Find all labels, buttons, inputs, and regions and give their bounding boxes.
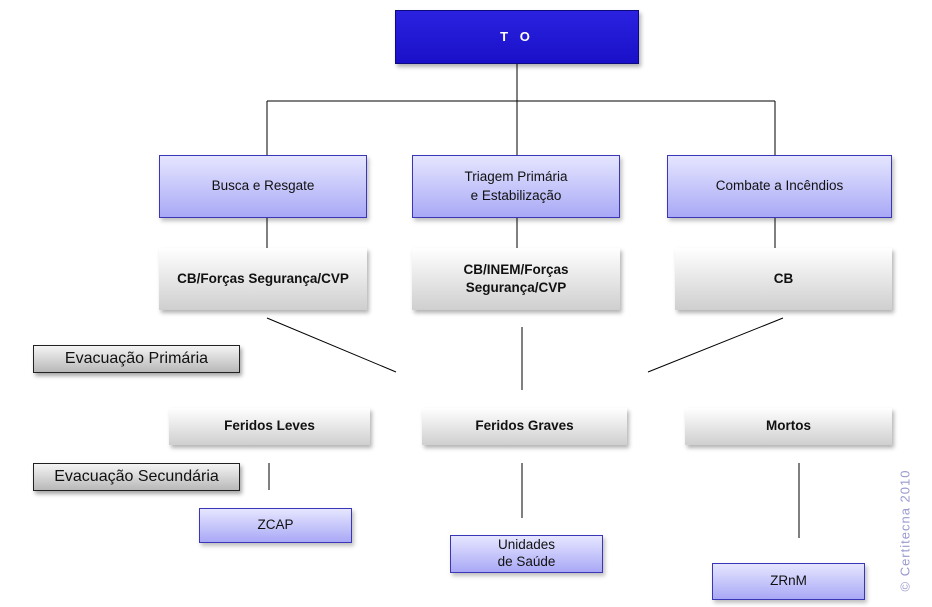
category-feridos-leves: Feridos Leves — [169, 408, 370, 445]
agency-label: CB/Forças Segurança/CVP — [177, 270, 349, 286]
agency-triagem: CB/INEM/Forças Segurança/CVP — [412, 248, 620, 310]
agency-label: CB — [773, 270, 794, 286]
stage-secondary-evacuation: Evacuação Secundária — [33, 463, 240, 491]
copyright-notice: © Certitecna 2010 — [897, 469, 913, 592]
function-label: Triagem Primária — [464, 169, 568, 185]
function-label: e Estabilização — [470, 187, 562, 203]
function-triagem: Triagem Primária e Estabilização — [412, 155, 620, 218]
category-label: Mortos — [766, 418, 811, 434]
function-label: Busca e Resgate — [211, 178, 315, 194]
destination-label: ZCAP — [257, 517, 294, 533]
category-mortos: Mortos — [685, 408, 892, 445]
category-label: Feridos Leves — [224, 418, 315, 434]
category-label: Feridos Graves — [475, 418, 574, 434]
stage-label: Evacuação Secundária — [54, 468, 219, 486]
root-label: T O — [500, 29, 534, 45]
destination-unidades-saude: Unidades de Saúde — [450, 535, 603, 573]
connector-diag-right — [647, 317, 784, 373]
category-feridos-graves: Feridos Graves — [422, 408, 627, 445]
function-busca-resgate: Busca e Resgate — [159, 155, 367, 218]
agency-combate: CB — [675, 248, 892, 310]
destination-label: de Saúde — [497, 554, 556, 569]
stage-label: Evacuação Primária — [64, 350, 209, 368]
destination-label: Unidades — [497, 537, 556, 553]
connector-diag-left — [266, 317, 397, 373]
destination-zcap: ZCAP — [199, 508, 352, 543]
destination-label: ZRnM — [770, 573, 807, 589]
destination-zrnm: ZRnM — [712, 563, 865, 600]
function-combate-incendios: Combate a Incêndios — [667, 155, 892, 218]
function-label: Combate a Incêndios — [715, 178, 844, 194]
agency-label: CB/INEM/Forças — [463, 261, 569, 277]
stage-primary-evacuation: Evacuação Primária — [33, 345, 240, 373]
root-node: T O — [395, 10, 639, 64]
agency-label: Segurança/CVP — [465, 280, 567, 295]
agency-busca: CB/Forças Segurança/CVP — [159, 248, 367, 310]
